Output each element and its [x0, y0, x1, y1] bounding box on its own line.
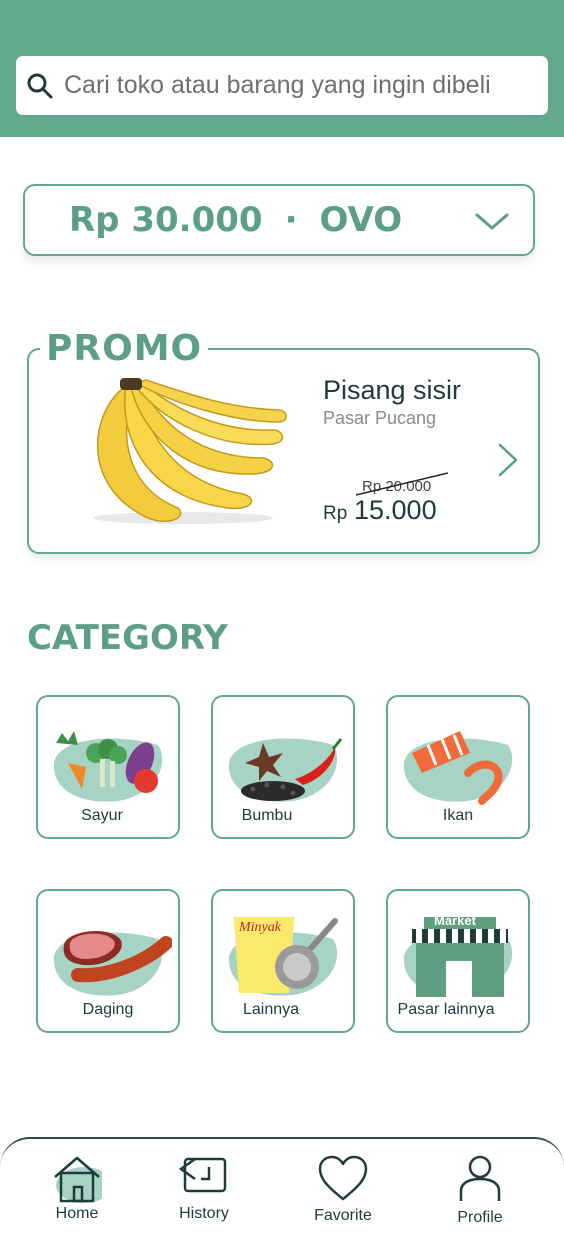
strikethrough-line: [356, 472, 448, 496]
category-label: Sayur: [81, 807, 123, 824]
category-bumbu[interactable]: Bumbu: [211, 695, 355, 839]
promo-currency: Rp: [323, 503, 348, 524]
market-sign: Market: [434, 917, 477, 928]
category-pasar-lainnya[interactable]: Market Pasar lainnya: [386, 889, 530, 1033]
category-title: CATEGORY: [27, 618, 228, 658]
market-icon: Market: [403, 917, 513, 997]
history-icon: [179, 1157, 227, 1193]
promo-product-name: Pisang sisir: [323, 375, 462, 405]
nav-history-label: History: [179, 1205, 229, 1222]
promo-new-price: 15.000: [354, 495, 437, 525]
search-bar[interactable]: [16, 56, 548, 115]
category-label: Bumbu: [241, 807, 293, 824]
category-label: Lainnya: [242, 1001, 300, 1018]
wallet-separator: ·: [284, 200, 298, 240]
chevron-right-icon[interactable]: [497, 443, 519, 477]
wallet-selector[interactable]: Rp 30.000 · OVO: [23, 184, 535, 256]
category-lainnya[interactable]: Minyak Lainnya: [211, 889, 355, 1033]
category-label: Ikan: [442, 807, 474, 824]
fish-icon: [403, 731, 513, 805]
category-daging[interactable]: Daging: [36, 889, 180, 1033]
oil-pan-icon: Minyak: [228, 917, 338, 996]
category-ikan[interactable]: Ikan: [386, 695, 530, 839]
promo-title: PROMO: [40, 328, 209, 370]
nav-home-label: Home: [55, 1205, 99, 1222]
banana-image: [93, 378, 287, 524]
oil-label: Minyak: [238, 920, 282, 935]
category-label: Pasar lainnya: [397, 1001, 495, 1018]
search-icon: [27, 73, 53, 98]
nav-profile[interactable]: Profile: [430, 1139, 530, 1239]
promo-store-name: Pasar Pucang: [323, 408, 437, 428]
category-label: Daging: [82, 1001, 134, 1018]
profile-icon: [459, 1155, 501, 1201]
nav-profile-label: Profile: [457, 1209, 503, 1226]
nav-favorite[interactable]: Favorite: [293, 1139, 393, 1239]
spices-icon: [228, 738, 343, 802]
category-sayur[interactable]: Sayur: [36, 695, 180, 839]
header: [0, 0, 564, 137]
meat-icon: [53, 931, 172, 996]
home-icon: [54, 1156, 102, 1203]
wallet-balance: Rp 30.000: [69, 200, 263, 240]
bottom-navigation: Home History Favorite Profile: [0, 1137, 564, 1240]
nav-favorite-label: Favorite: [314, 1207, 372, 1224]
nav-home[interactable]: Home: [27, 1139, 127, 1239]
search-input[interactable]: [64, 71, 534, 100]
vegetables-icon: [53, 731, 163, 802]
nav-history[interactable]: History: [154, 1139, 254, 1239]
chevron-down-icon[interactable]: [475, 212, 509, 232]
heart-icon: [318, 1155, 368, 1201]
wallet-method: OVO: [319, 200, 403, 240]
